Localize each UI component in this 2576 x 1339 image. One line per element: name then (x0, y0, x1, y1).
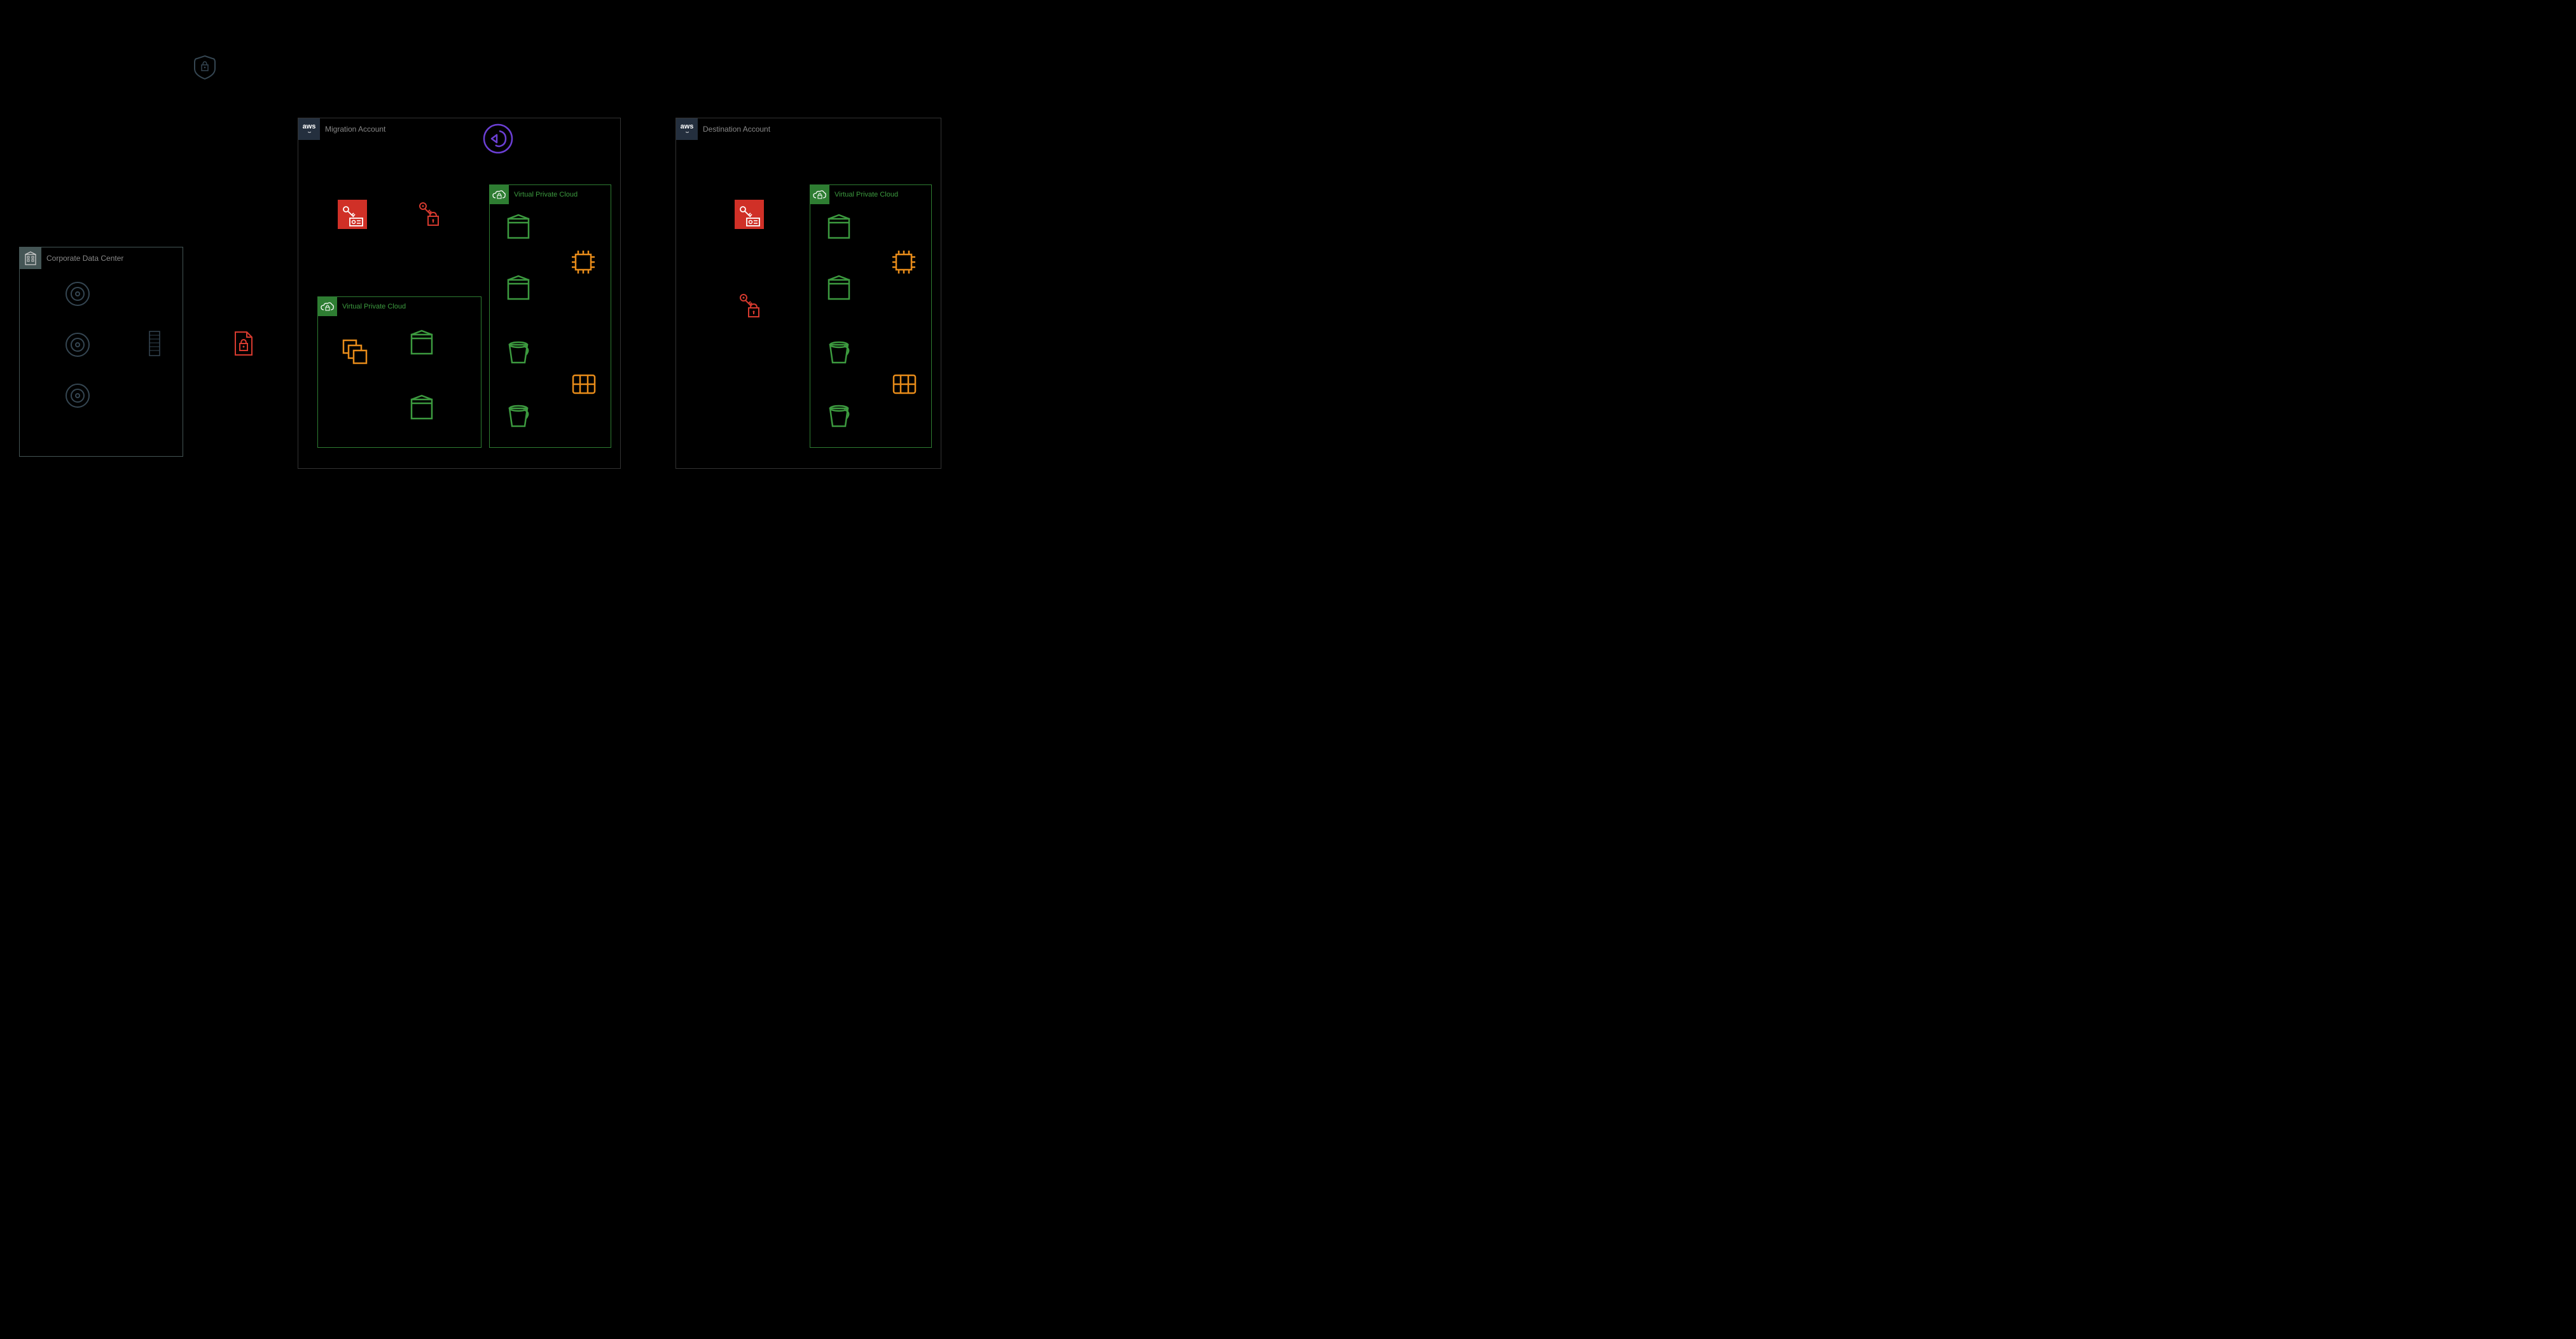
vpc-title: Virtual Private Cloud (514, 191, 578, 198)
encrypted-file-icon (230, 330, 258, 357)
vpc-migration-left: Virtual Private Cloud (317, 296, 481, 448)
aws-logo-icon: aws ⌣ (298, 118, 320, 140)
key-lock-icon (735, 290, 764, 319)
cloud-lock-icon (490, 185, 509, 204)
bucket-icon (504, 336, 533, 366)
bucket-icon (824, 336, 854, 366)
chip-icon (569, 247, 598, 277)
shield-badge-icon (190, 52, 220, 83)
disk-icon (63, 330, 92, 359)
grid-table-icon (889, 370, 918, 399)
server-rack-icon (146, 329, 163, 358)
vpc-header: Virtual Private Cloud (810, 185, 931, 204)
bucket-icon (824, 400, 854, 429)
aws-logo-icon: aws ⌣ (676, 118, 698, 140)
corporate-data-center-container: Corporate Data Center (19, 247, 183, 457)
bucket-icon (504, 400, 533, 429)
credentials-icon (735, 200, 764, 229)
grid-table-icon (569, 370, 598, 399)
migration-account-title: Migration Account (325, 125, 385, 134)
disk-icon (63, 381, 92, 410)
box-container-icon (407, 392, 436, 422)
chip-icon (889, 247, 918, 277)
migration-account-container: aws ⌣ Migration Account Virtual Private … (298, 118, 621, 469)
stacked-copies-icon (340, 336, 369, 366)
vpc-title: Virtual Private Cloud (342, 303, 406, 310)
credentials-icon (338, 200, 367, 229)
corporate-title: Corporate Data Center (46, 254, 123, 263)
vpc-destination: Virtual Private Cloud (810, 184, 932, 448)
vpc-header: Virtual Private Cloud (490, 185, 611, 204)
key-lock-icon (414, 198, 443, 228)
corporate-header: Corporate Data Center (20, 247, 183, 269)
destination-account-title: Destination Account (703, 125, 770, 134)
vpc-title: Virtual Private Cloud (834, 191, 898, 198)
box-container-icon (824, 212, 854, 241)
migration-service-icon (483, 123, 513, 154)
vpc-migration-right: Virtual Private Cloud (489, 184, 611, 448)
cloud-lock-icon (318, 297, 337, 316)
box-container-icon (504, 212, 533, 241)
box-container-icon (824, 273, 854, 302)
destination-account-header: aws ⌣ Destination Account (676, 118, 941, 140)
migration-account-header: aws ⌣ Migration Account (298, 118, 620, 140)
box-container-icon (407, 328, 436, 357)
box-container-icon (504, 273, 533, 302)
cloud-lock-icon (810, 185, 829, 204)
building-icon (20, 247, 41, 269)
vpc-header: Virtual Private Cloud (318, 297, 481, 316)
destination-account-container: aws ⌣ Destination Account Virtual Privat… (675, 118, 941, 469)
disk-icon (63, 279, 92, 309)
